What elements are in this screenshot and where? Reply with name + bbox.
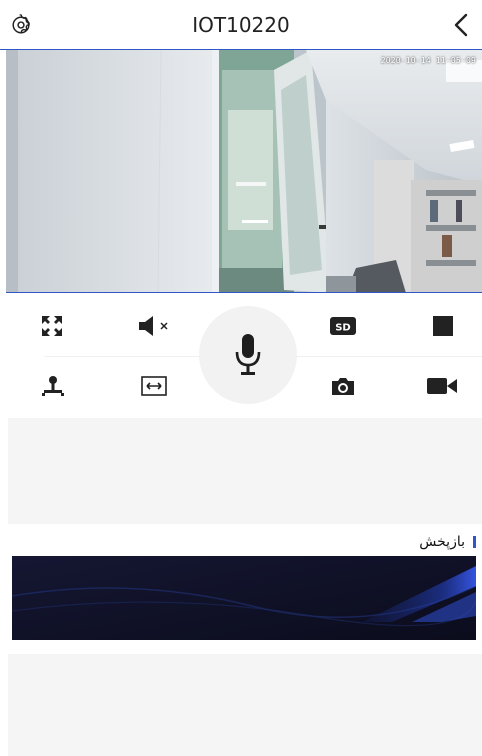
fit-width-icon[interactable] [139, 372, 169, 400]
microphone-icon [235, 334, 261, 375]
playback-header: بازپخش [419, 532, 476, 552]
sd-icon[interactable]: SD [328, 312, 358, 340]
svg-text:SD: SD [335, 323, 351, 334]
camera-icon[interactable] [328, 372, 358, 400]
app-header: IOT10220 [0, 0, 482, 50]
info-panel [8, 418, 482, 524]
playback-accent-bar [473, 536, 476, 548]
bottom-panel [8, 654, 482, 756]
video-record-icon[interactable] [424, 372, 460, 400]
camera-video-feed[interactable]: 2020-10-14 11-05-09 [6, 50, 482, 293]
fullscreen-icon[interactable] [38, 312, 66, 340]
back-icon[interactable] [450, 12, 472, 38]
mute-icon[interactable] [134, 312, 176, 340]
stop-icon[interactable] [429, 312, 457, 340]
control-panel: SD [0, 294, 482, 416]
ptz-joystick-icon[interactable] [39, 372, 67, 400]
playback-label: بازپخش [419, 534, 465, 550]
microphone-button[interactable] [199, 306, 297, 404]
page-title: IOT10220 [192, 13, 290, 37]
playback-banner[interactable] [12, 556, 476, 640]
video-timestamp: 2020-10-14 11-05-09 [380, 56, 476, 65]
